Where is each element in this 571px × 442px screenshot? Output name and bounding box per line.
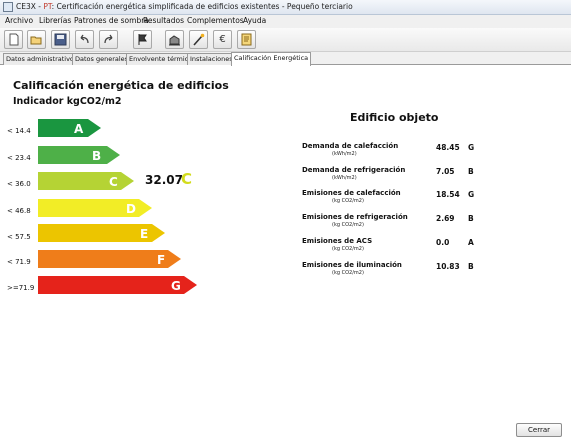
toolbar: € <box>0 28 571 52</box>
indicator-row: Emisiones de iluminación (kg CO2/m2) 10.… <box>302 261 502 281</box>
energy-scale: A B C D E F G <box>38 119 197 294</box>
rating-value: 32.07 <box>145 173 183 187</box>
close-button[interactable]: Cerrar <box>516 423 562 437</box>
arrow-letter-b: B <box>92 149 101 163</box>
indicator-value: 18.54 <box>436 190 460 199</box>
indicator-value: 48.45 <box>436 143 460 152</box>
scale-arrow-d: D <box>38 199 152 217</box>
building-title: Edificio objeto <box>350 111 439 124</box>
indicator-label: Emisiones de refrigeración <box>302 213 408 221</box>
indicator-letter: B <box>468 262 474 271</box>
arrow-letter-d: D <box>126 202 136 216</box>
indicator-unit: (kg CO2/m2) <box>332 246 364 252</box>
indicator-row: Emisiones de refrigeración (kg CO2/m2) 2… <box>302 213 502 233</box>
indicator-letter: G <box>468 143 475 152</box>
title-text: : Certificación energética simplificada … <box>51 2 353 11</box>
arrow-letter-c: C <box>109 175 118 189</box>
wand-button[interactable] <box>189 30 208 49</box>
indicator-letter: A <box>468 238 474 247</box>
arrow-letter-g: G <box>171 279 181 293</box>
indicator-row: Demanda de calefacción (kWh/m2) 48.45 G <box>302 142 502 162</box>
menu-bar: Archivo Librerías Patrones de sombra Res… <box>0 15 571 28</box>
indicator-value: 10.83 <box>436 262 460 271</box>
rating-letter: C <box>181 170 193 188</box>
undo-button[interactable] <box>75 30 94 49</box>
flag-icon <box>138 34 147 45</box>
indicator-label: Emisiones de ACS <box>302 237 373 245</box>
indicator-value: 7.05 <box>436 167 455 176</box>
indicator-letter: B <box>468 167 474 176</box>
menu-archivo[interactable]: Archivo <box>3 16 35 25</box>
indicator-unit: (kWh/m2) <box>332 151 357 157</box>
indicator-label: Emisiones de calefacción <box>302 189 401 197</box>
indicator-row: Emisiones de ACS (kg CO2/m2) 0.0 A <box>302 237 502 257</box>
indicator-value: 0.0 <box>436 238 450 247</box>
tab-bar: Datos administrativos Datos generales En… <box>0 52 571 66</box>
indicator-unit: (kg CO2/m2) <box>332 198 364 204</box>
title-tag: PT <box>43 2 52 11</box>
arrow-letter-a: A <box>74 122 84 136</box>
euro-button[interactable]: € <box>213 30 232 49</box>
scale-arrow-b: B <box>38 146 120 164</box>
tab-instalaciones[interactable]: Instalaciones <box>187 53 236 65</box>
scale-arrow-f: F <box>38 250 181 268</box>
indicator-unit: (kg CO2/m2) <box>332 222 364 228</box>
title-bar: CE3X - PT: Certificación energética simp… <box>0 0 571 15</box>
save-button[interactable] <box>51 30 70 49</box>
scale-arrow-g: G <box>38 276 197 294</box>
scale-arrow-a: A <box>38 119 101 137</box>
indicator-label: Demanda de refrigeración <box>302 166 406 174</box>
tab-envolvente-termica[interactable]: Envolvente térmica <box>126 53 196 65</box>
open-folder-icon <box>30 36 42 45</box>
arrow-letter-f: F <box>157 253 165 267</box>
flag-button[interactable] <box>133 30 152 49</box>
app-icon <box>3 2 13 12</box>
save-icon <box>54 33 67 46</box>
menu-patrones-de-sombra[interactable]: Patrones de sombra <box>72 16 151 25</box>
rating-panel: Calificación energética de edificios Ind… <box>0 66 571 442</box>
tab-calificacion-energetica[interactable]: Calificación Energética <box>231 52 312 66</box>
app-name: CE3X <box>16 2 36 11</box>
indicator-label: Emisiones de iluminación <box>302 261 402 269</box>
menu-librerias[interactable]: Librerías <box>37 16 73 25</box>
indicator-label: Demanda de calefacción <box>302 142 399 150</box>
report-icon <box>241 33 252 46</box>
new-file-button[interactable] <box>4 30 23 49</box>
building-button[interactable] <box>165 30 184 49</box>
tab-datos-generales[interactable]: Datos generales <box>72 53 132 65</box>
window-title: CE3X - PT: Certificación energética simp… <box>16 2 353 11</box>
indicator-letter: B <box>468 214 474 223</box>
wand-icon <box>193 33 205 46</box>
arrow-letter-e: E <box>140 227 148 241</box>
euro-icon: € <box>219 34 226 45</box>
redo-button[interactable] <box>99 30 118 49</box>
undo-icon <box>80 34 89 44</box>
indicator-row: Demanda de refrigeración (kWh/m2) 7.05 B <box>302 166 502 186</box>
indicator-row: Emisiones de calefacción (kg CO2/m2) 18.… <box>302 189 502 209</box>
indicator-unit: (kWh/m2) <box>332 175 357 181</box>
menu-ayuda[interactable]: Ayuda <box>241 16 268 25</box>
indicator-value: 2.69 <box>436 214 455 223</box>
new-file-icon <box>9 33 19 46</box>
indicator-letter: G <box>468 190 475 199</box>
redo-icon <box>104 34 113 44</box>
indicator-unit: (kg CO2/m2) <box>332 270 364 276</box>
tab-datos-administrativos[interactable]: Datos administrativos <box>3 53 81 65</box>
scale-arrow-e: E <box>38 224 165 242</box>
open-button[interactable] <box>27 30 46 49</box>
menu-resultados[interactable]: Resultados <box>141 16 186 25</box>
report-button[interactable] <box>237 30 256 49</box>
scale-arrow-c: C <box>38 172 134 190</box>
menu-complementos[interactable]: Complementos <box>185 16 246 25</box>
building-icon <box>169 35 180 46</box>
